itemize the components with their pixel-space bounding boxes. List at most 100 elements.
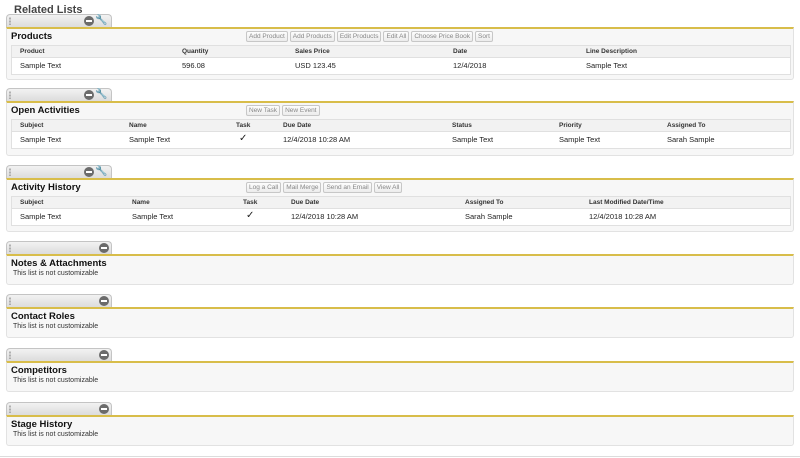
grip-icon[interactable] (9, 405, 11, 413)
panel-title: Activity History (11, 182, 81, 193)
section-handle[interactable]: 🔧 (6, 14, 112, 27)
minus-circle-icon[interactable] (99, 350, 109, 360)
edit-all-button[interactable]: Edit All (383, 31, 410, 42)
section-handle[interactable] (6, 294, 112, 307)
minus-circle-icon[interactable] (99, 243, 109, 253)
activity-history-panel: Activity History Log a Call Mail Merge S… (6, 178, 794, 232)
column-header[interactable]: Subject (20, 122, 43, 129)
column-header[interactable]: Quantity (182, 48, 208, 55)
cell: Sample Text (559, 135, 601, 144)
send-an-email-button[interactable]: Send an Email (323, 182, 372, 193)
sort-button[interactable]: Sort (475, 31, 493, 42)
table-row: Sample Text Sample Text ✓ 12/4/2018 10:2… (12, 209, 790, 225)
cell: 12/4/2018 10:28 AM (291, 212, 359, 221)
column-header[interactable]: Date (453, 48, 467, 55)
cell[interactable]: Sample Text (132, 212, 173, 221)
stage-history-panel: Stage History This list is not customiza… (6, 415, 794, 446)
cell[interactable]: Sample Text (129, 135, 170, 144)
toolbar: Add Product Add Products Edit Products E… (246, 31, 493, 42)
notes-attachments-panel: Notes & Attachments This list is not cus… (6, 254, 794, 285)
column-header[interactable]: Sales Price (295, 48, 330, 55)
minus-circle-icon[interactable] (99, 296, 109, 306)
grip-icon[interactable] (9, 91, 11, 99)
products-table: Product Quantity Sales Price Date Line D… (11, 45, 791, 75)
not-customizable-note: This list is not customizable (13, 270, 99, 277)
grip-icon[interactable] (9, 297, 11, 305)
add-product-button[interactable]: Add Product (246, 31, 288, 42)
column-header[interactable]: Task (236, 122, 250, 129)
checkmark-icon: ✓ (239, 133, 248, 144)
grip-icon[interactable] (9, 351, 11, 359)
activity-history-table: Subject Name Task Due Date Assigned To L… (11, 196, 791, 226)
cell: 12/4/2018 10:28 AM (283, 135, 351, 144)
toolbar: Log a Call Mail Merge Send an Email View… (246, 182, 403, 193)
column-header[interactable]: Assigned To (667, 122, 706, 129)
cell: 596.08 (182, 61, 205, 70)
column-header[interactable]: Due Date (283, 122, 311, 129)
section-handle[interactable]: 🔧 (6, 165, 112, 178)
minus-circle-icon[interactable] (84, 16, 94, 26)
not-customizable-note: This list is not customizable (13, 431, 99, 438)
open-activities-panel: Open Activities New Task New Event Subje… (6, 101, 794, 156)
cell[interactable]: Sample Text (20, 212, 61, 221)
toolbar: New Task New Event (246, 105, 320, 116)
wrench-icon[interactable]: 🔧 (95, 89, 107, 101)
column-header[interactable]: Subject (20, 199, 43, 206)
section-handle[interactable] (6, 402, 112, 415)
column-header[interactable]: Last Modified Date/Time (589, 199, 664, 206)
table-row: Sample Text 596.08 USD 123.45 12/4/2018 … (12, 58, 790, 74)
cell[interactable]: Sarah Sample (465, 212, 513, 221)
table-header: Subject Name Task Due Date Status Priori… (12, 120, 790, 132)
grip-icon[interactable] (9, 244, 11, 252)
contact-roles-section: Contact Roles This list is not customiza… (6, 294, 794, 338)
mail-merge-button[interactable]: Mail Merge (283, 182, 322, 193)
column-header[interactable]: Line Description (586, 48, 637, 55)
log-a-call-button[interactable]: Log a Call (246, 182, 282, 193)
panel-title: Products (11, 31, 53, 42)
table-row: Sample Text Sample Text ✓ 12/4/2018 10:2… (12, 132, 790, 148)
competitors-section: Competitors This list is not customizabl… (6, 348, 794, 392)
not-customizable-note: This list is not customizable (13, 323, 99, 330)
checkmark-icon: ✓ (246, 210, 255, 221)
view-all-button[interactable]: View All (373, 182, 403, 193)
panel-title: Stage History (11, 419, 73, 430)
section-handle[interactable] (6, 348, 112, 361)
products-panel: Products Add Product Add Products Edit P… (6, 27, 794, 80)
panel-title: Notes & Attachments (11, 258, 107, 269)
column-header[interactable]: Name (129, 122, 147, 129)
table-header: Subject Name Task Due Date Assigned To L… (12, 197, 790, 209)
minus-circle-icon[interactable] (99, 404, 109, 414)
column-header[interactable]: Priority (559, 122, 582, 129)
edit-products-button[interactable]: Edit Products (336, 31, 382, 42)
cell: USD 123.45 (295, 61, 336, 70)
competitors-panel: Competitors This list is not customizabl… (6, 361, 794, 392)
cell: Sample Text (586, 61, 628, 70)
notes-attachments-section: Notes & Attachments This list is not cus… (6, 241, 794, 285)
section-handle[interactable] (6, 241, 112, 254)
cell[interactable]: Sample Text (20, 135, 61, 144)
new-event-button[interactable]: New Event (282, 105, 320, 116)
panel-title: Contact Roles (11, 311, 75, 322)
minus-circle-icon[interactable] (84, 90, 94, 100)
cell[interactable]: Sarah Sample (667, 135, 715, 144)
column-header[interactable]: Due Date (291, 199, 319, 206)
wrench-icon[interactable]: 🔧 (95, 15, 107, 27)
grip-icon[interactable] (9, 17, 11, 25)
column-header[interactable]: Status (452, 122, 472, 129)
column-header[interactable]: Assigned To (465, 199, 504, 206)
minus-circle-icon[interactable] (84, 167, 94, 177)
column-header[interactable]: Product (20, 48, 45, 55)
choose-price-book-button[interactable]: Choose Price Book (411, 31, 473, 42)
cell[interactable]: Sample Text (20, 61, 61, 70)
stage-history-section: Stage History This list is not customiza… (6, 402, 794, 446)
column-header[interactable]: Name (132, 199, 150, 206)
wrench-icon[interactable]: 🔧 (95, 166, 107, 178)
open-activities-section: 🔧 Open Activities New Task New Event Sub… (6, 88, 794, 156)
section-handle[interactable]: 🔧 (6, 88, 112, 101)
grip-icon[interactable] (9, 168, 11, 176)
panel-title: Competitors (11, 365, 67, 376)
table-header: Product Quantity Sales Price Date Line D… (12, 46, 790, 58)
new-task-button[interactable]: New Task (246, 105, 281, 116)
add-products-button[interactable]: Add Products (289, 31, 335, 42)
column-header[interactable]: Task (243, 199, 257, 206)
